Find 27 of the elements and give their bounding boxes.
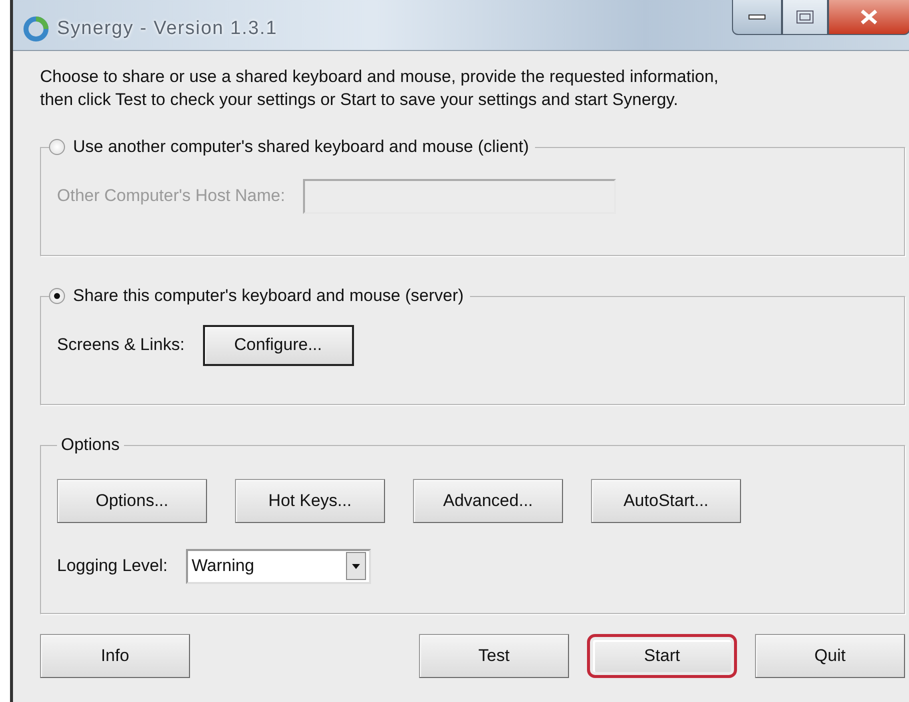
app-icon xyxy=(23,16,49,42)
dialog-button[interactable]: Quit xyxy=(755,634,905,678)
close-icon xyxy=(859,9,879,25)
dialog-button[interactable]: Info xyxy=(40,634,190,678)
maximize-button[interactable] xyxy=(782,0,828,35)
minimize-button[interactable] xyxy=(732,0,782,35)
option-button[interactable]: Options... xyxy=(57,479,207,523)
instructions-text: Choose to share or use a shared keyboard and mouse, provide the requested information, then click Test to check your settings or Start to save your settings and start Synergy. xyxy=(40,66,720,111)
dialog-button[interactable]: Test xyxy=(419,634,569,678)
caret-icon xyxy=(352,564,360,568)
window-title: Synergy - Version 1.3.1 xyxy=(57,18,278,40)
logging-level-label: Logging Level: xyxy=(57,556,168,576)
radio-button[interactable] xyxy=(49,288,65,304)
maximize-icon xyxy=(796,10,814,24)
option-button[interactable]: Advanced... xyxy=(413,479,563,523)
host-name-label: Other Computer's Host Name: xyxy=(57,186,286,206)
radio-label: Share this computer's keyboard and mouse (server) xyxy=(73,286,464,306)
option-button[interactable]: Hot Keys... xyxy=(235,479,385,523)
group-title: Options xyxy=(61,435,120,455)
logging-level-dropdown[interactable]: Warning xyxy=(186,548,371,584)
close-button[interactable] xyxy=(828,0,909,35)
radio-label: Use another computer's shared keyboard and mouse (client) xyxy=(73,137,529,157)
option-button[interactable]: AutoStart... xyxy=(591,479,741,523)
screens-links-label: Screens & Links: xyxy=(57,335,185,355)
minimize-icon xyxy=(748,14,766,20)
dialog-button[interactable]: Start xyxy=(587,634,737,678)
configure-button[interactable]: Configure... xyxy=(202,324,354,366)
